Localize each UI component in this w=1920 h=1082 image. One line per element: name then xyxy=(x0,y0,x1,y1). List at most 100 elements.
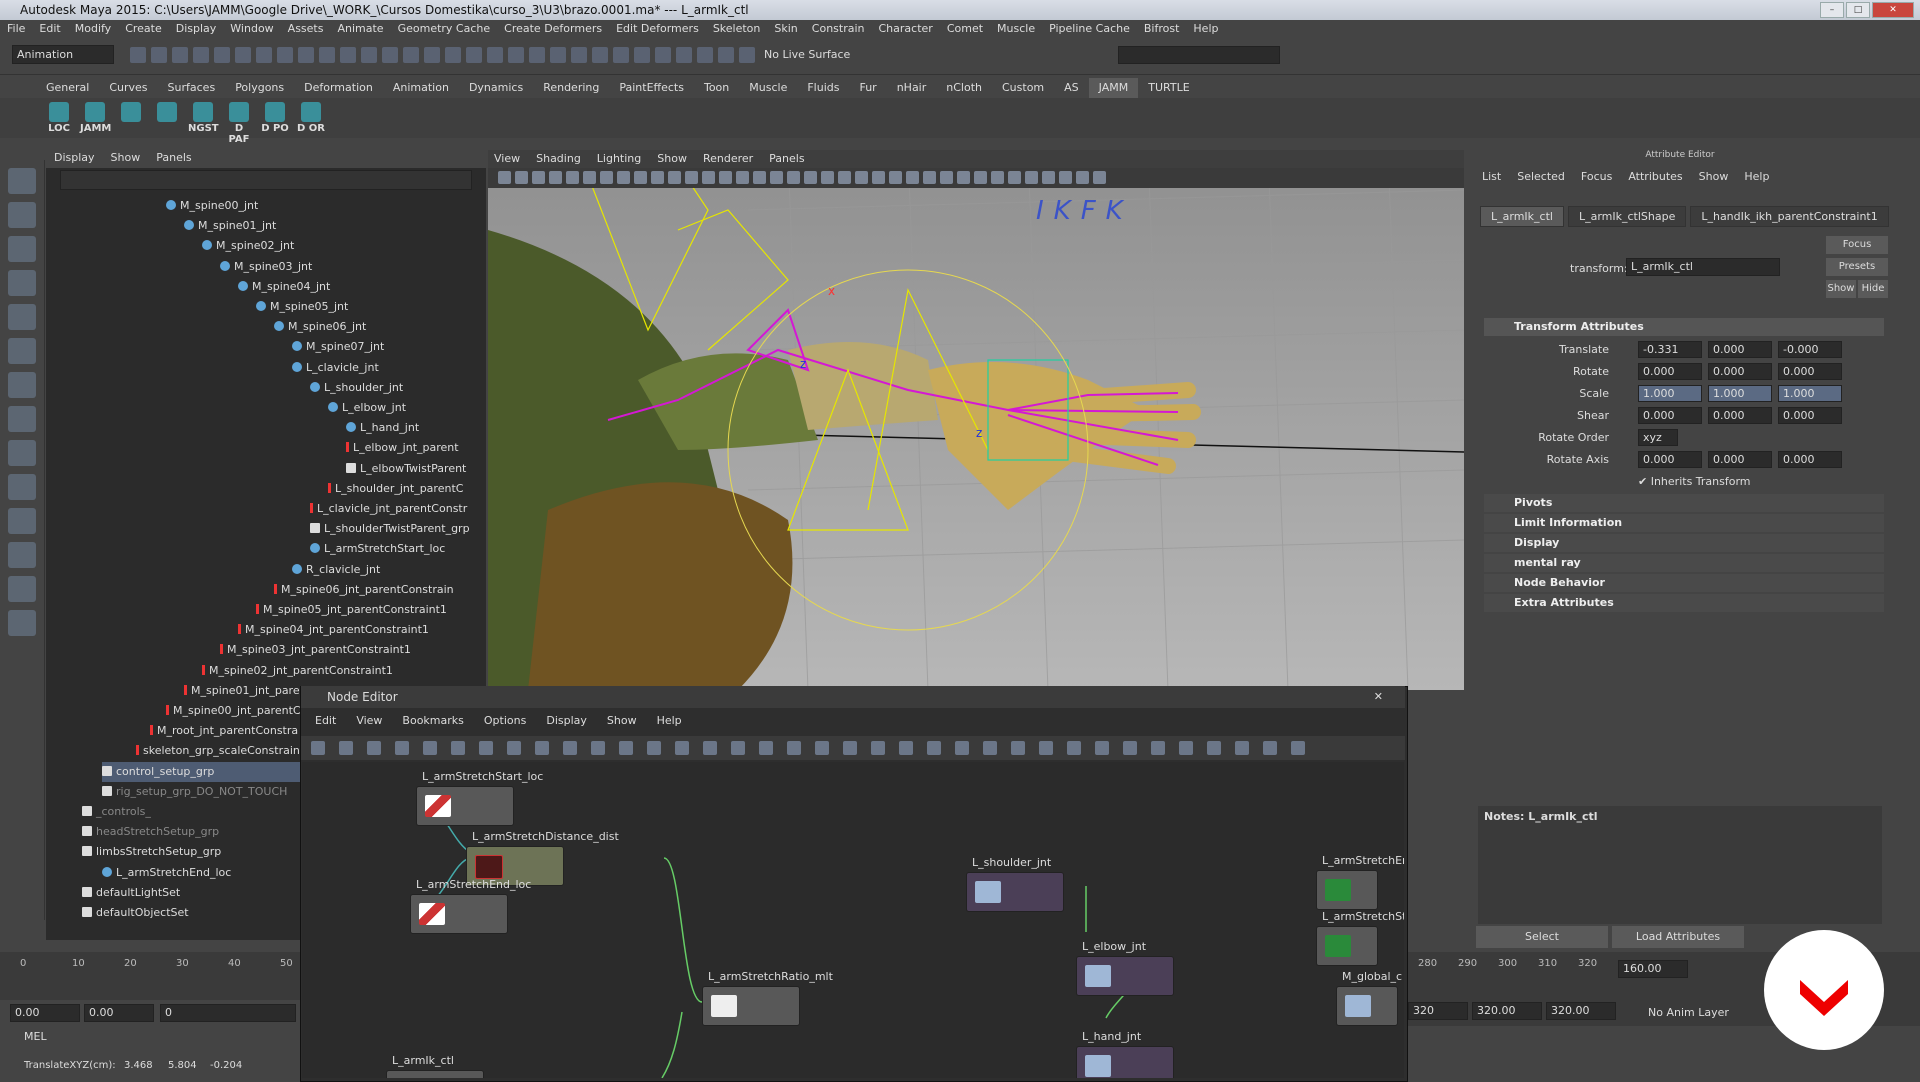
node-editor-close[interactable]: ✕ xyxy=(1374,690,1383,703)
menu-item[interactable]: Skin xyxy=(767,20,804,38)
outliner-filter-input[interactable] xyxy=(60,170,472,190)
tool-icon[interactable] xyxy=(8,508,36,534)
menu-item[interactable]: Edit Deformers xyxy=(609,20,706,38)
outliner-row[interactable]: L_hand_jnt xyxy=(346,418,486,438)
outliner-row[interactable]: M_spine07_jnt xyxy=(292,337,486,357)
viewport-tool-icon[interactable] xyxy=(1008,171,1021,184)
menu-item[interactable]: Pipeline Cache xyxy=(1042,20,1137,38)
outliner-row[interactable]: L_elbow_jnt_parent xyxy=(346,438,486,458)
node-tool-icon[interactable] xyxy=(591,741,605,755)
shelf-button[interactable] xyxy=(152,102,182,123)
shelf-tab[interactable]: Custom xyxy=(992,78,1054,98)
tool-icon[interactable] xyxy=(697,47,713,63)
shelf-button[interactable]: D OR xyxy=(296,102,326,134)
node-tool-icon[interactable] xyxy=(843,741,857,755)
playback-end-field[interactable]: 320.00 xyxy=(1546,1002,1616,1020)
attr-field[interactable]: 0.000 xyxy=(1708,407,1772,424)
attr-menu-item[interactable]: Focus xyxy=(1581,170,1612,188)
live-surface-label[interactable]: No Live Surface xyxy=(764,48,850,61)
attr-field[interactable]: 1.000 xyxy=(1708,385,1772,402)
inherits-transform-checkbox[interactable]: ✔ Inherits Transform xyxy=(1638,475,1751,488)
presets-button[interactable]: Presets xyxy=(1826,258,1888,276)
collapsed-section[interactable]: Node Behavior xyxy=(1484,574,1884,592)
attr-field[interactable]: 0.000 xyxy=(1708,341,1772,358)
outliner-row[interactable]: L_clavicle_jnt xyxy=(292,358,486,378)
tool-icon[interactable] xyxy=(298,47,314,63)
viewport-tool-icon[interactable] xyxy=(719,171,732,184)
tool-icon[interactable] xyxy=(613,47,629,63)
node-tool-icon[interactable] xyxy=(1235,741,1249,755)
viewport-tool-icon[interactable] xyxy=(1059,171,1072,184)
shelf-tab[interactable]: Toon xyxy=(694,78,739,98)
shelf-tab[interactable]: Rendering xyxy=(533,78,609,98)
node-tool-icon[interactable] xyxy=(787,741,801,755)
collapsed-section[interactable]: mental ray xyxy=(1484,554,1884,572)
viewport-tool-icon[interactable] xyxy=(1076,171,1089,184)
shelf-tab[interactable]: General xyxy=(36,78,99,98)
collapsed-section[interactable]: Extra Attributes xyxy=(1484,594,1884,612)
graph-node[interactable] xyxy=(1076,1046,1174,1078)
tool-icon[interactable] xyxy=(8,610,36,636)
node-tool-icon[interactable] xyxy=(1179,741,1193,755)
ikfk-switch-label[interactable]: IKFK xyxy=(1036,196,1133,226)
viewport-tool-icon[interactable] xyxy=(600,171,613,184)
load-attributes-button[interactable]: Load Attributes xyxy=(1612,926,1744,948)
tool-icon[interactable] xyxy=(214,47,230,63)
attr-tab[interactable]: L_handIk_ikh_parentConstraint1 xyxy=(1690,206,1889,227)
outliner-row[interactable]: L_shoulderTwistParent_grp xyxy=(310,519,486,539)
node-editor-menu-item[interactable]: View xyxy=(356,714,382,732)
viewport-tool-icon[interactable] xyxy=(1093,171,1106,184)
rotate-axis-z[interactable]: 0.000 xyxy=(1778,451,1842,468)
node-editor-canvas[interactable]: L_armStretchStart_loc L_armStretchDistanc… xyxy=(302,762,1404,1078)
start-frame-field[interactable]: 0.00 xyxy=(10,1004,80,1022)
tool-icon[interactable] xyxy=(466,47,482,63)
node-tool-icon[interactable] xyxy=(1263,741,1277,755)
viewport-3d[interactable]: x z z xyxy=(488,150,1464,690)
outliner-row[interactable]: M_spine03_jnt xyxy=(220,257,486,277)
viewport-tool-icon[interactable] xyxy=(906,171,919,184)
tool-icon[interactable] xyxy=(8,440,36,466)
menu-item[interactable]: Modify xyxy=(68,20,118,38)
hide-button[interactable]: Hide xyxy=(1858,280,1888,298)
menu-item[interactable]: Create xyxy=(118,20,169,38)
viewport-tool-icon[interactable] xyxy=(957,171,970,184)
viewport-tool-icon[interactable] xyxy=(821,171,834,184)
maximize-button[interactable]: □ xyxy=(1846,2,1870,18)
tool-icon[interactable] xyxy=(8,168,36,194)
node-tool-icon[interactable] xyxy=(927,741,941,755)
shelf-button[interactable] xyxy=(116,102,146,123)
node-tool-icon[interactable] xyxy=(563,741,577,755)
tool-icon[interactable] xyxy=(634,47,650,63)
menu-item[interactable]: Skeleton xyxy=(706,20,768,38)
tool-icon[interactable] xyxy=(382,47,398,63)
tool-icon[interactable] xyxy=(8,270,36,296)
node-tool-icon[interactable] xyxy=(759,741,773,755)
shelf-tab[interactable]: nCloth xyxy=(936,78,992,98)
outliner-row[interactable]: M_spine06_jnt_parentConstrain xyxy=(274,580,486,600)
anim-end-field[interactable]: 320.00 xyxy=(1472,1002,1542,1020)
tool-icon[interactable] xyxy=(172,47,188,63)
menu-item[interactable]: Comet xyxy=(940,20,990,38)
tool-icon[interactable] xyxy=(256,47,272,63)
menu-item[interactable]: Assets xyxy=(281,20,331,38)
shelf-tab[interactable]: Fur xyxy=(849,78,886,98)
node-tool-icon[interactable] xyxy=(815,741,829,755)
shelf-tab[interactable]: PaintEffects xyxy=(609,78,694,98)
tool-icon[interactable] xyxy=(8,304,36,330)
transform-name-field[interactable]: L_armIk_ctl xyxy=(1626,258,1780,276)
anim-layer-select[interactable]: No Anim Layer xyxy=(1648,1006,1729,1019)
viewport-tool-icon[interactable] xyxy=(566,171,579,184)
rotate-order-select[interactable]: xyz xyxy=(1638,429,1678,446)
node-tool-icon[interactable] xyxy=(1067,741,1081,755)
collapsed-section[interactable]: Limit Information xyxy=(1484,514,1884,532)
tool-icon[interactable] xyxy=(235,47,251,63)
graph-node[interactable] xyxy=(1336,986,1398,1026)
shelf-tab[interactable]: Muscle xyxy=(739,78,797,98)
tool-icon[interactable] xyxy=(739,47,755,63)
node-tool-icon[interactable] xyxy=(451,741,465,755)
shelf-tab[interactable]: nHair xyxy=(887,78,937,98)
attr-tab[interactable]: L_armIk_ctlShape xyxy=(1567,206,1687,227)
minimize-button[interactable]: – xyxy=(1820,2,1844,18)
viewport-tool-icon[interactable] xyxy=(515,171,528,184)
shelf-tab[interactable]: Dynamics xyxy=(459,78,533,98)
